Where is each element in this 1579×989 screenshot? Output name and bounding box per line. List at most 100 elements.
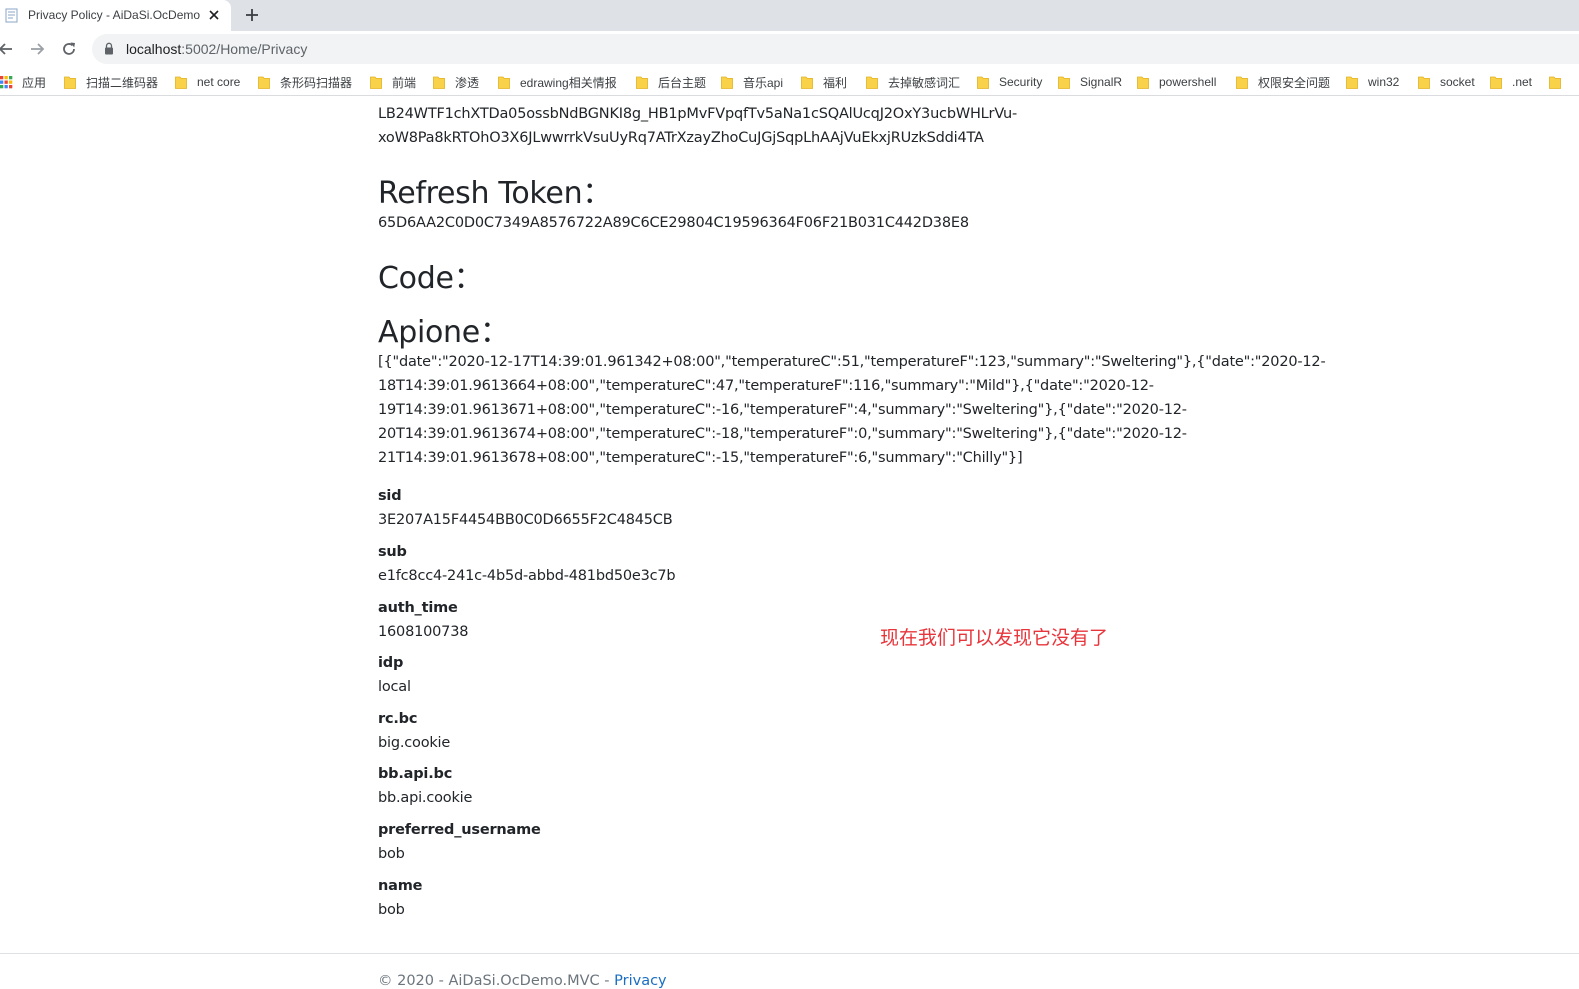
back-arrow-icon[interactable] bbox=[0, 40, 15, 58]
bookmark-item[interactable]: 后台主题 bbox=[636, 74, 706, 90]
bookmark-label: win32 bbox=[1368, 75, 1400, 89]
claim-key: rc.bc bbox=[378, 711, 418, 727]
bookmark-item[interactable]: 应用 bbox=[0, 74, 46, 90]
bookmark-label: 权限安全问题 bbox=[1258, 75, 1331, 90]
refresh-token-value: 65D6AA2C0D0C7349A8576722A89C6CE29804C195… bbox=[378, 215, 969, 231]
folder-icon bbox=[636, 76, 648, 89]
browser-toolbar: localhost:5002/Home/Privacy bbox=[0, 31, 1579, 68]
folder-icon bbox=[498, 76, 510, 89]
folder-icon bbox=[175, 76, 187, 89]
folder-icon bbox=[1137, 76, 1149, 89]
bookmark-label: socket bbox=[1440, 75, 1475, 89]
claim-value: bob bbox=[378, 846, 405, 862]
footer-privacy-link[interactable]: Privacy bbox=[614, 973, 667, 989]
bookmark-label: 后台主题 bbox=[658, 75, 707, 90]
bookmark-item[interactable]: powershell bbox=[1137, 74, 1216, 90]
bookmark-item[interactable]: 权限安全问题 bbox=[1236, 74, 1330, 90]
bookmark-label: powershell bbox=[1159, 75, 1217, 89]
claim-value: bb.api.cookie bbox=[378, 790, 473, 806]
bookmark-overflow-folder[interactable] bbox=[1549, 74, 1571, 90]
url-host: localhost bbox=[126, 41, 182, 57]
folder-icon bbox=[721, 76, 733, 89]
claim-key: auth_time bbox=[378, 600, 458, 616]
bookmark-item[interactable]: 条形码扫描器 bbox=[258, 74, 352, 90]
access-token-line-1: LB24WTF1chXTDa05ossbNdBGNKI8g_HB1pMvFVpq… bbox=[378, 106, 1018, 122]
bookmark-item[interactable]: Security bbox=[977, 74, 1042, 90]
claim-value: local bbox=[378, 679, 411, 695]
claim-key: sub bbox=[378, 544, 407, 560]
bookmark-item[interactable]: net core bbox=[175, 74, 240, 90]
url-text: localhost:5002/Home/Privacy bbox=[126, 41, 307, 57]
folder-icon bbox=[64, 76, 76, 89]
folder-icon bbox=[370, 76, 382, 89]
bookmark-label: 渗透 bbox=[455, 75, 480, 90]
tab-strip: Privacy Policy - AiDaSi.OcDemo.M bbox=[0, 0, 1579, 31]
bookmark-label: edrawing相关情报 bbox=[520, 75, 617, 90]
browser-tab-privacy[interactable]: Privacy Policy - AiDaSi.OcDemo.M bbox=[0, 0, 231, 31]
address-bar[interactable]: localhost:5002/Home/Privacy bbox=[92, 34, 1579, 64]
claim-value: e1fc8cc4-241c-4b5d-abbd-481bd50e3c7b bbox=[378, 568, 676, 584]
bookmark-label: SignalR bbox=[1080, 75, 1123, 89]
claim-value: big.cookie bbox=[378, 735, 451, 751]
bookmark-item[interactable]: edrawing相关情报 bbox=[498, 74, 617, 90]
claim-key: name bbox=[378, 878, 423, 894]
bookmark-item[interactable]: 音乐api bbox=[721, 74, 783, 90]
bookmark-item[interactable]: 福利 bbox=[801, 74, 847, 90]
bookmark-label: 福利 bbox=[823, 75, 848, 90]
folder-icon bbox=[866, 76, 878, 89]
bookmark-item[interactable]: 前端 bbox=[370, 74, 416, 90]
folder-icon bbox=[1346, 76, 1358, 89]
access-token-line-2: xoW8Pa8kRTOhO3X6JLwwrrkVsuUyRq7ATrXzayZh… bbox=[378, 130, 984, 146]
red-annotation-note: 现在我们可以发现它没有了 bbox=[880, 627, 1109, 649]
footer: © 2020 - AiDaSi.OcDemo.MVC - Privacy bbox=[378, 973, 667, 989]
bookmark-label: 音乐api bbox=[743, 75, 784, 90]
code-heading: Code： bbox=[378, 261, 484, 296]
apione-json-line-5: 21T14:39:01.9613678+08:00","temperatureC… bbox=[378, 450, 1023, 466]
folder-icon bbox=[1549, 76, 1561, 89]
apione-json-line-3: 19T14:39:01.9613671+08:00","temperatureC… bbox=[378, 402, 1187, 418]
bookmark-item[interactable]: 去掉敏感词汇 bbox=[866, 74, 960, 90]
claim-key: sid bbox=[378, 488, 402, 504]
apione-heading: Apione： bbox=[378, 315, 510, 350]
bookmark-label: .net bbox=[1512, 75, 1533, 89]
forward-arrow-icon[interactable] bbox=[28, 40, 46, 58]
bookmark-label: 应用 bbox=[22, 75, 47, 90]
folder-icon bbox=[1236, 76, 1248, 89]
folder-icon bbox=[433, 76, 445, 89]
folder-icon bbox=[1418, 76, 1430, 89]
url-path: :5002/Home/Privacy bbox=[181, 41, 308, 57]
folder-icon bbox=[801, 76, 813, 89]
apione-json-line-2: 18T14:39:01.9613664+08:00","temperatureC… bbox=[378, 378, 1154, 394]
bookmark-item[interactable]: 渗透 bbox=[433, 74, 479, 90]
claim-key: preferred_username bbox=[378, 822, 541, 838]
folder-icon bbox=[1058, 76, 1070, 89]
bookmark-label: 条形码扫描器 bbox=[280, 75, 353, 90]
claim-value: 3E207A15F4454BB0C0D6655F2C4845CB bbox=[378, 512, 673, 528]
bookmark-item[interactable]: .net bbox=[1490, 74, 1532, 90]
reload-icon[interactable] bbox=[60, 40, 78, 58]
bookmark-label: net core bbox=[197, 75, 241, 89]
claim-key: idp bbox=[378, 655, 404, 671]
footer-divider bbox=[0, 953, 1579, 954]
claim-value: 1608100738 bbox=[378, 624, 469, 640]
apione-json-line-1: [{"date":"2020-12-17T14:39:01.961342+08:… bbox=[378, 354, 1326, 370]
bookmark-label: 前端 bbox=[392, 75, 417, 90]
claim-key: bb.api.bc bbox=[378, 766, 453, 782]
lock-icon bbox=[105, 42, 113, 55]
bookmark-label: 去掉敏感词汇 bbox=[888, 75, 961, 90]
refresh-token-heading: Refresh Token： bbox=[378, 176, 612, 211]
folder-icon bbox=[258, 76, 270, 89]
close-icon[interactable] bbox=[206, 7, 222, 23]
new-tab-plus-icon[interactable] bbox=[243, 6, 261, 24]
bookmark-item[interactable]: socket bbox=[1418, 74, 1475, 90]
document-icon bbox=[5, 8, 18, 23]
tab-title: Privacy Policy - AiDaSi.OcDemo.M bbox=[28, 8, 200, 22]
claim-value: bob bbox=[378, 902, 405, 918]
bookmark-item[interactable]: 扫描二维码器 bbox=[64, 74, 158, 90]
bookmark-item[interactable]: win32 bbox=[1346, 74, 1399, 90]
bookmark-label: 扫描二维码器 bbox=[86, 75, 159, 90]
bookmark-label: Security bbox=[999, 75, 1043, 89]
bookmark-item[interactable]: SignalR bbox=[1058, 74, 1122, 90]
footer-copyright: © 2020 - AiDaSi.OcDemo.MVC - bbox=[378, 973, 615, 989]
apps-grid-icon bbox=[0, 75, 13, 88]
